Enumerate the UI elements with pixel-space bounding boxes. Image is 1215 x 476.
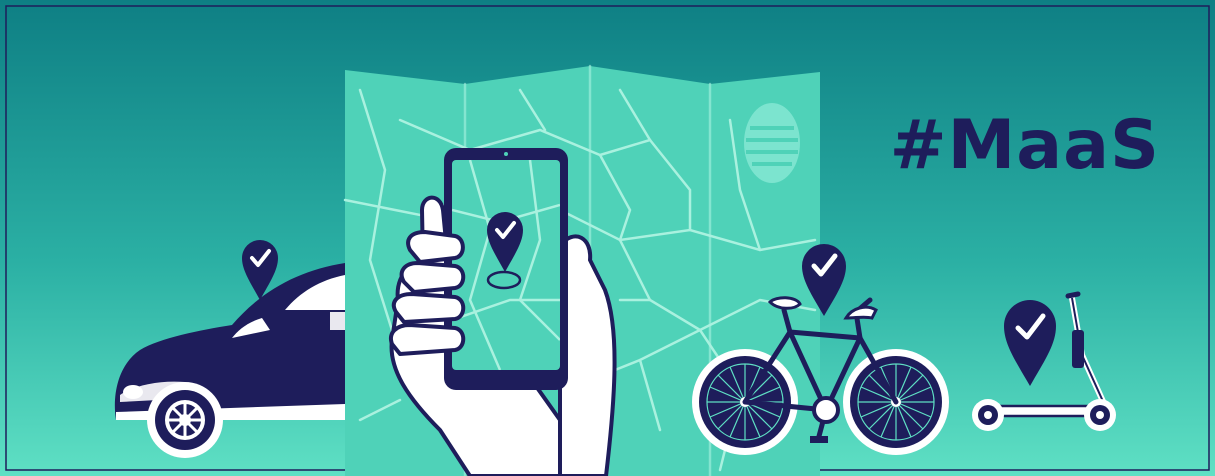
hashtag-title: #MaaS <box>890 106 1160 185</box>
banner-illustration: #MaaS <box>0 0 1215 476</box>
maas-banner: #MaaS <box>0 0 1215 476</box>
map-emblem <box>744 103 800 183</box>
